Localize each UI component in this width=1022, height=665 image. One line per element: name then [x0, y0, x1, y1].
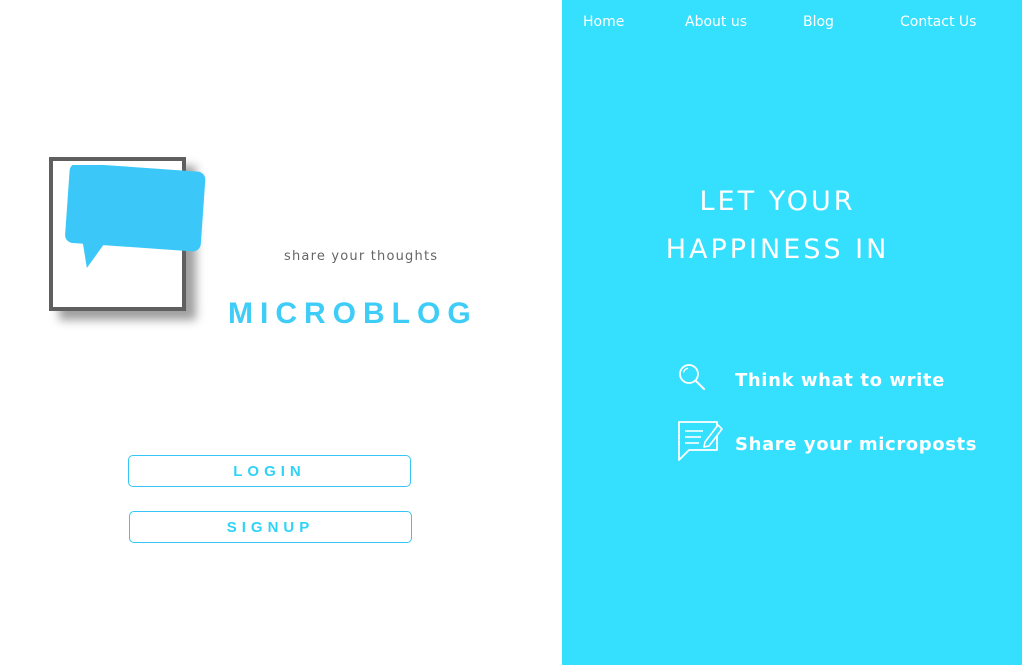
message-edit-icon: [677, 420, 735, 468]
speech-bubble-icon: [65, 165, 206, 269]
nav-contact-link[interactable]: Contact Us: [900, 14, 976, 30]
hero-heading: LET YOUR HAPPINESS IN: [636, 178, 919, 274]
signup-button[interactable]: SIGNUP: [129, 511, 412, 543]
login-button[interactable]: LOGIN: [128, 455, 411, 487]
left-panel: share your thoughts MICROBLOG LOGIN SIGN…: [0, 0, 562, 665]
feature-share: Share your microposts: [677, 420, 977, 468]
feature-share-label: Share your microposts: [735, 433, 978, 455]
logo: [49, 157, 206, 311]
search-icon: [676, 362, 735, 398]
right-panel: Home About us Blog Contact Us LET YOUR H…: [562, 0, 1022, 665]
tagline: share your thoughts: [284, 249, 439, 264]
logo-frame: [49, 157, 206, 311]
nav-home-link[interactable]: Home: [583, 14, 624, 30]
brand-name: MICROBLOG: [228, 297, 478, 330]
feature-think: Think what to write: [676, 362, 945, 398]
nav-about-link[interactable]: About us: [685, 14, 747, 30]
feature-think-label: Think what to write: [735, 369, 945, 391]
nav-blog-link[interactable]: Blog: [803, 14, 834, 30]
hero-line-1: LET YOUR: [699, 186, 856, 217]
hero-line-2: HAPPINESS IN: [665, 234, 890, 265]
